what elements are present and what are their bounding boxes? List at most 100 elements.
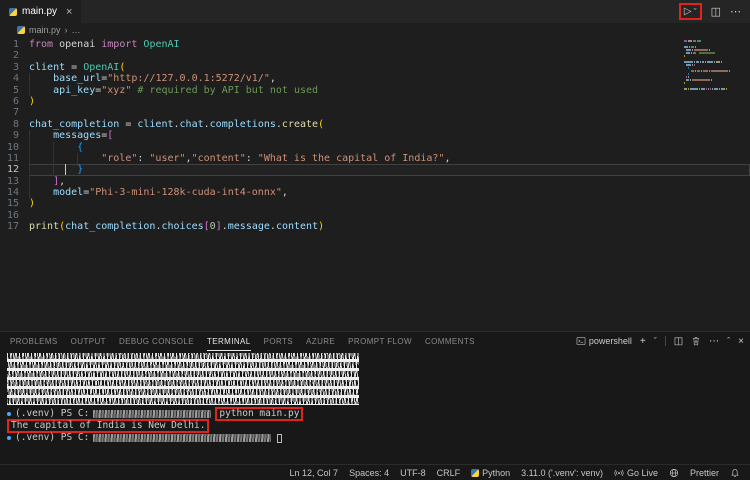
minimap[interactable] <box>684 40 744 91</box>
minimap-token <box>701 88 705 90</box>
terminal-content[interactable]: (.venv) PS C: python main.py The capital o… <box>0 350 750 464</box>
terminal-profile-selector[interactable]: powershell <box>576 336 632 346</box>
indent-guide <box>53 141 77 153</box>
terminal-dropdown-chevron-icon[interactable]: ˇ <box>654 336 657 346</box>
go-live-button[interactable]: Go Live <box>614 468 658 478</box>
minimap-token <box>700 61 702 63</box>
code-line[interactable]: 13], <box>0 175 750 188</box>
split-terminal-button[interactable]: ◫ <box>674 336 683 347</box>
indentation-indicator[interactable]: Spaces: 4 <box>349 468 389 478</box>
maximize-panel-button[interactable]: ˆ <box>727 336 730 346</box>
panel-tab-output[interactable]: OUTPUT <box>71 333 106 351</box>
code-line-content: messages=[ <box>29 130 750 142</box>
command-marker-icon <box>7 436 11 440</box>
code-token: : <box>245 152 258 164</box>
code-line[interactable]: 8 chat_completion = client.chat.completio… <box>0 119 750 130</box>
line-number: 10 <box>6 141 19 153</box>
code-line[interactable]: 16 <box>0 210 750 221</box>
panel-tab-ports[interactable]: PORTS <box>264 333 293 351</box>
code-token: ) <box>318 221 325 233</box>
code-line[interactable]: 14 model="Phi-3-mini-128k-cuda-int4-onnx"… <box>0 187 750 199</box>
panel-tab-azure[interactable]: AZURE <box>306 333 335 351</box>
language-mode-indicator[interactable]: Python <box>471 468 510 478</box>
minimap-token <box>693 52 696 54</box>
code-token: ( <box>318 118 325 130</box>
minimap-token <box>686 79 689 81</box>
python-interpreter-indicator[interactable]: 3.11.0 ('.venv': venv) <box>521 468 603 478</box>
code-token: "role" <box>101 152 138 164</box>
code-line[interactable]: 6) <box>0 96 750 107</box>
panel-tab-prompt-flow[interactable]: PROMPT FLOW <box>348 333 412 351</box>
code-line[interactable]: 7 <box>0 107 750 118</box>
panel-tab-debug-console[interactable]: DEBUG CONSOLE <box>119 333 194 351</box>
minimap-line <box>684 61 744 63</box>
code-line[interactable]: 1 from openai import OpenAI <box>0 39 750 50</box>
tab-close-icon[interactable]: × <box>66 6 72 18</box>
prettier-indicator[interactable]: Prettier <box>690 468 719 478</box>
notifications-bell-button[interactable] <box>730 468 740 478</box>
eol-indicator[interactable]: CRLF <box>437 468 461 478</box>
new-terminal-button[interactable]: + <box>640 336 646 347</box>
trash-icon <box>693 337 700 346</box>
encoding-indicator[interactable]: UTF-8 <box>400 468 426 478</box>
minimap-token <box>725 88 727 90</box>
code-token: } <box>77 164 84 176</box>
panel-tab-problems[interactable]: PROBLEMS <box>10 333 58 351</box>
code-line[interactable]: 3 client = OpenAI( <box>0 62 750 73</box>
broadcast-icon <box>614 469 624 476</box>
minimap-token <box>691 79 710 81</box>
code-line[interactable]: 2 <box>0 50 750 61</box>
code-token: print <box>29 221 60 233</box>
code-line[interactable]: 10 { <box>0 141 750 153</box>
breadcrumb-separator-icon: › <box>64 24 68 35</box>
kill-terminal-button[interactable] <box>691 336 701 346</box>
code-token: "Phi-3-mini-128k-cuda-int4-onnx" <box>89 187 282 199</box>
minimap-token <box>703 70 709 72</box>
browser-preview-button[interactable] <box>669 468 679 478</box>
minimap-token <box>684 55 685 57</box>
code-token: "xyz" <box>101 84 132 96</box>
code-editor[interactable]: 1 from openai import OpenAI 2 3 client = Ope… <box>0 36 750 331</box>
minimap-token <box>707 61 714 63</box>
tab-main-py[interactable]: main.py × <box>0 0 83 23</box>
code-token: client <box>137 118 174 130</box>
code-line-content: ) <box>29 96 750 107</box>
breadcrumb-file[interactable]: main.py <box>29 25 61 35</box>
code-line-content: from openai import OpenAI <box>29 39 750 50</box>
code-line[interactable]: 5 api_key="xyz" # required by API but not… <box>0 84 750 96</box>
split-editor-button[interactable]: ◫ <box>711 5 721 18</box>
code-line-content: client = OpenAI( <box>29 62 750 73</box>
code-line[interactable]: 12} <box>0 164 750 176</box>
code-token: "http://127.0.0.1:5272/v1/" <box>107 73 270 85</box>
minimap-token <box>699 88 700 90</box>
code-token: api_key <box>53 84 96 96</box>
line-number: 3 <box>12 61 19 73</box>
bell-icon <box>731 468 739 477</box>
cursor-position-indicator[interactable]: Ln 12, Col 7 <box>290 468 339 478</box>
minimap-token <box>698 52 716 54</box>
indent-guide <box>53 152 77 165</box>
code-line[interactable]: 17 print(chat_completion.choices[0].messa… <box>0 221 750 232</box>
code-token: choices <box>161 221 204 233</box>
indent-guide <box>29 130 53 142</box>
close-panel-button[interactable]: × <box>738 336 744 347</box>
minimap-token <box>691 52 693 54</box>
code-token: create <box>281 118 319 130</box>
minimap-content <box>684 40 744 90</box>
breadcrumb[interactable]: main.py › … <box>0 23 750 36</box>
code-line[interactable]: 11 "role": "user", "content": "What is the… <box>0 152 750 165</box>
run-dropdown-chevron-icon[interactable]: ˇ <box>694 7 697 17</box>
run-python-file-button[interactable]: ▷ <box>684 6 692 17</box>
code-token: ( <box>119 61 126 73</box>
minimap-line <box>684 70 744 72</box>
line-number: 11 <box>6 152 19 164</box>
editor-more-actions-button[interactable]: ⋯ <box>730 5 741 18</box>
panel-more-actions-button[interactable]: ⋯ <box>709 336 719 347</box>
code-line[interactable]: 9 messages=[ <box>0 130 750 142</box>
code-line[interactable]: 15) <box>0 198 750 209</box>
terminal-text: (.venv) PS C: <box>15 432 90 443</box>
code-token: chat_completion <box>29 118 126 130</box>
code-line[interactable]: 4 base_url="http://127.0.0.1:5272/v1/", <box>0 73 750 85</box>
panel-tab-terminal[interactable]: TERMINAL <box>206 333 251 351</box>
panel-tab-comments[interactable]: COMMENTS <box>425 333 475 351</box>
